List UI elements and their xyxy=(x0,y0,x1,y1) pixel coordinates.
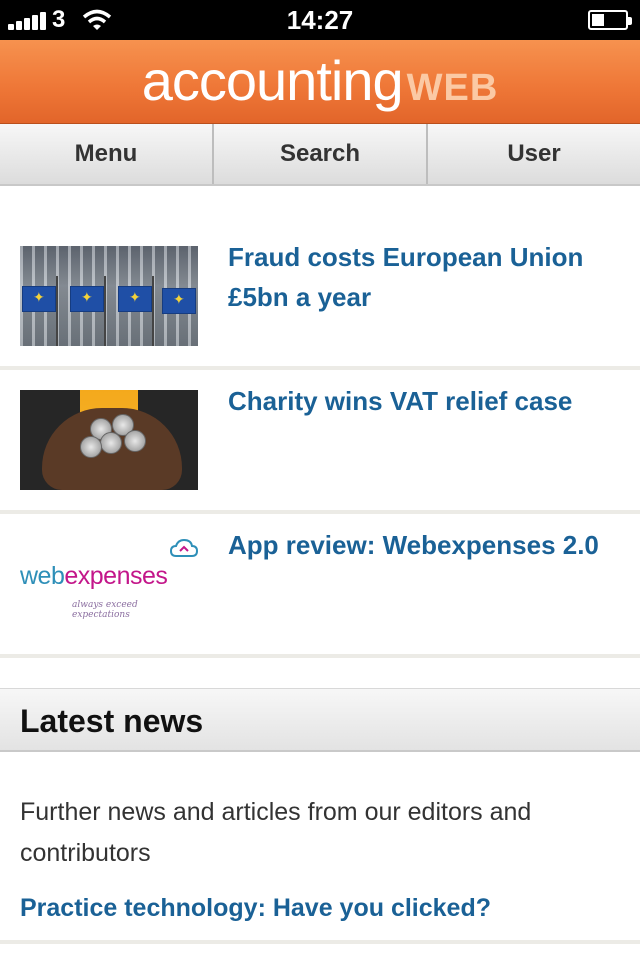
article-headline[interactable]: App review: Webexpenses 2.0 xyxy=(228,525,622,565)
site-logo[interactable]: accounting WEB xyxy=(0,48,640,113)
section-title: Latest news xyxy=(20,703,204,739)
article-headline[interactable]: Charity wins VAT relief case xyxy=(228,381,622,421)
logo-main-text: accounting xyxy=(141,49,404,112)
eu-flags-thumbnail[interactable] xyxy=(20,246,198,346)
section-description: Further news and articles from our edito… xyxy=(20,798,532,867)
nav-menu-button[interactable]: Menu xyxy=(0,124,214,184)
cloud-icon xyxy=(170,538,198,557)
status-bar: 3 14:27 xyxy=(0,0,640,40)
divider xyxy=(0,940,640,944)
main-nav: Menu Search User xyxy=(0,124,640,186)
article-item[interactable]: Fraud costs European Union £5bn a year xyxy=(0,186,640,370)
webexpenses-thumbnail[interactable]: webexpenses always exceed expectations xyxy=(20,534,198,634)
article-link[interactable]: Practice technology: Have you clicked? xyxy=(20,894,491,923)
latest-news-header: Latest news xyxy=(0,688,640,752)
logo-accent-text: WEB xyxy=(406,67,499,109)
nav-user-button[interactable]: User xyxy=(428,124,640,184)
article-headline[interactable]: Fraud costs European Union £5bn a year xyxy=(228,237,622,317)
battery-icon xyxy=(588,10,632,30)
site-header: accounting WEB xyxy=(0,40,640,124)
status-time: 14:27 xyxy=(286,5,354,35)
article-item[interactable]: Charity wins VAT relief case xyxy=(0,370,640,514)
webexpenses-logo: webexpenses xyxy=(20,562,168,590)
webexpenses-tagline: always exceed expectations xyxy=(72,600,138,620)
article-item[interactable]: webexpenses always exceed expectations A… xyxy=(0,514,640,658)
nav-search-button[interactable]: Search xyxy=(214,124,428,184)
coins-thumbnail[interactable] xyxy=(20,390,198,490)
